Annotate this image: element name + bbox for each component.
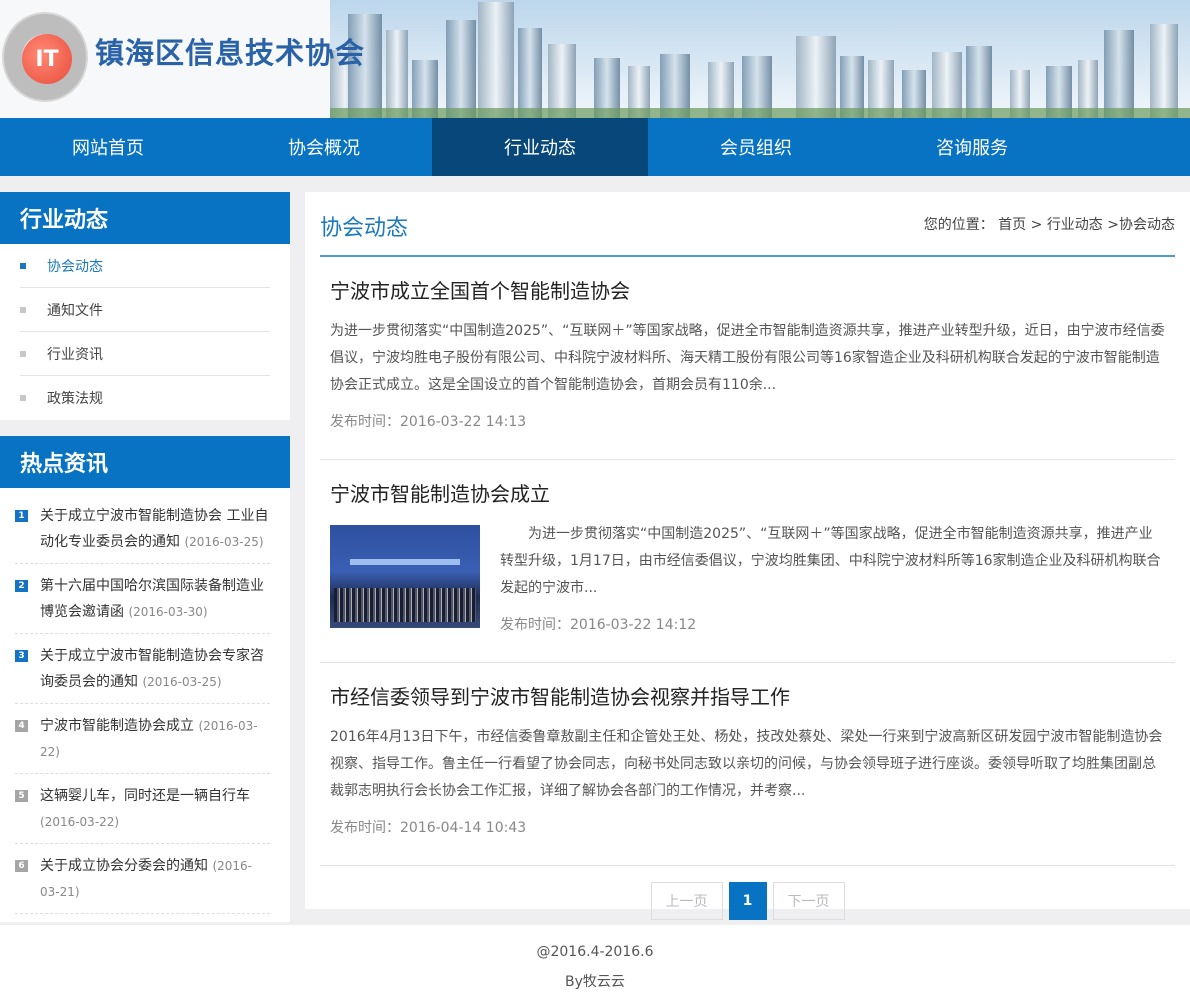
breadcrumb-prefix: 您的位置： (923, 217, 994, 233)
page-title: 协会动态 (320, 216, 409, 241)
sidebar-item-label: 协会动态 (47, 258, 103, 275)
rank-badge: 1 (15, 510, 28, 522)
breadcrumb-current[interactable]: 协会动态 (1119, 217, 1175, 233)
rank-badge: 5 (15, 790, 28, 802)
article-title-link[interactable]: 宁波市智能制造协会成立 (330, 478, 1165, 507)
hot-news-link[interactable]: 关于成立协会分委会的通知 (40, 858, 208, 874)
article-summary: 为进一步贯彻落实“中国制造2025”、“互联网＋”等国家战略，促进全市智能制造资… (500, 526, 1161, 596)
hot-news-title: 热点资讯 (0, 436, 290, 488)
breadcrumb-separator: > (1026, 217, 1047, 233)
thumbnail-banner (350, 559, 460, 565)
prev-page-button[interactable]: 上一页 (650, 882, 723, 920)
breadcrumb-home[interactable]: 首页 (998, 217, 1026, 233)
breadcrumb-separator: > (1102, 217, 1119, 233)
footer: @2016.4-2016.6 By牧云云 (0, 925, 1190, 1006)
article-title-link[interactable]: 宁波市成立全国首个智能制造协会 (330, 275, 1165, 304)
sidebar-item-label: 通知文件 (47, 302, 103, 319)
square-bullet-icon (20, 395, 26, 401)
article-date: 发布时间：2016-03-22 14:12 (500, 617, 697, 633)
square-bullet-icon (20, 306, 26, 313)
breadcrumb-section[interactable]: 行业动态 (1047, 217, 1103, 233)
next-page-button[interactable]: 下一页 (772, 882, 845, 920)
hot-news-link[interactable]: 这辆婴儿车，同时还是一辆自行车 (40, 788, 250, 804)
sidebar-item-notices[interactable]: 通知文件 (20, 288, 270, 332)
sidebar-title: 行业动态 (0, 192, 290, 244)
article-date: 发布时间：2016-03-22 14:13 (330, 414, 527, 430)
hot-news-link[interactable]: 宁波市智能制造协会成立 (40, 718, 194, 734)
hot-news-item[interactable]: 2 第十六届中国哈尔滨国际装备制造业博览会邀请函 (2016-03-30) (15, 564, 270, 634)
sidebar-item-association-news[interactable]: 协会动态 (20, 244, 270, 288)
site-name[interactable]: 镇海区信息技术协会 (95, 30, 365, 72)
rank-badge: 2 (15, 580, 28, 592)
sidebar-item-policies[interactable]: 政策法规 (20, 376, 270, 420)
sidebar-category-box: 行业动态 协会动态 通知文件 行业资讯 政策法规 (0, 192, 290, 420)
hot-news-item[interactable]: 5 这辆婴儿车，同时还是一辆自行车 (2016-03-22) (15, 774, 270, 844)
nav-item-home[interactable]: 网站首页 (0, 118, 216, 176)
hot-news-item[interactable]: 6 关于成立协会分委会的通知 (2016-03-21) (15, 844, 270, 914)
header-banner: IT 镇海区信息技术协会 (0, 0, 1190, 118)
hot-news-date: (2016-03-25) (142, 675, 222, 689)
square-bullet-icon (20, 350, 26, 357)
current-page-button[interactable]: 1 (728, 882, 767, 920)
article-item: 宁波市成立全国首个智能制造协会 为进一步贯彻落实“中国制造2025”、“互联网＋… (320, 257, 1175, 460)
hot-news-date: (2016-03-25) (184, 535, 264, 549)
article-summary: 2016年4月13日下午，市经信委鲁章敖副主任和企管处王处、杨处，技改处蔡处、梁… (330, 729, 1163, 799)
hot-news-box: 热点资讯 1 关于成立宁波市智能制造协会 工业自动化专业委员会的通知 (2016… (0, 436, 290, 922)
rank-badge: 3 (15, 650, 28, 662)
rank-badge: 4 (15, 720, 28, 732)
hot-news-item[interactable]: 3 关于成立宁波市智能制造协会专家咨询委员会的通知 (2016-03-25) (15, 634, 270, 704)
sidebar-item-label: 行业资讯 (47, 346, 103, 363)
nav-item-industry-news[interactable]: 行业动态 (432, 118, 648, 176)
footer-copyright: @2016.4-2016.6 (536, 944, 654, 960)
hot-news-date: (2016-03-30) (128, 605, 208, 619)
rank-badge: 6 (15, 860, 28, 872)
square-bullet-icon (20, 262, 26, 269)
main-content: 协会动态 您的位置： 首页 > 行业动态 >协会动态 宁波市成立全国首个智能制造… (305, 192, 1190, 920)
logo-badge[interactable]: IT (2, 12, 88, 102)
sidebar-item-industry-info[interactable]: 行业资讯 (20, 332, 270, 376)
article-title-link[interactable]: 市经信委领导到宁波市智能制造协会视察并指导工作 (330, 681, 1165, 710)
nav-item-consulting[interactable]: 咨询服务 (864, 118, 1080, 176)
nav-item-about[interactable]: 协会概况 (216, 118, 432, 176)
footer-author: By牧云云 (565, 974, 625, 990)
article-summary: 为进一步贯彻落实“中国制造2025”、“互联网＋”等国家战略，促进全市智能制造资… (330, 323, 1165, 393)
article-item: 宁波市智能制造协会成立 为进一步贯彻落实“中国制造2025”、“互联网＋”等国家… (320, 460, 1175, 663)
pagination: 上一页 1 下一页 (305, 882, 1190, 920)
thumbnail-group-photo (334, 588, 476, 622)
breadcrumb: 您的位置： 首页 > 行业动态 >协会动态 (924, 214, 1175, 234)
sidebar-item-label: 政策法规 (47, 391, 103, 407)
hot-news-item[interactable]: 1 关于成立宁波市智能制造协会 工业自动化专业委员会的通知 (2016-03-2… (15, 494, 270, 564)
main-nav: 网站首页 协会概况 行业动态 会员组织 咨询服务 (0, 118, 1190, 176)
hot-news-date: (2016-03-22) (40, 815, 120, 829)
article-thumbnail[interactable] (330, 525, 480, 628)
nav-item-members[interactable]: 会员组织 (648, 118, 864, 176)
logo-mark: IT (22, 34, 72, 84)
article-item: 市经信委领导到宁波市智能制造协会视察并指导工作 2016年4月13日下午，市经信… (320, 663, 1175, 866)
article-date: 发布时间：2016-04-14 10:43 (330, 820, 527, 836)
hot-news-item[interactable]: 4 宁波市智能制造协会成立 (2016-03-22) (15, 704, 270, 774)
